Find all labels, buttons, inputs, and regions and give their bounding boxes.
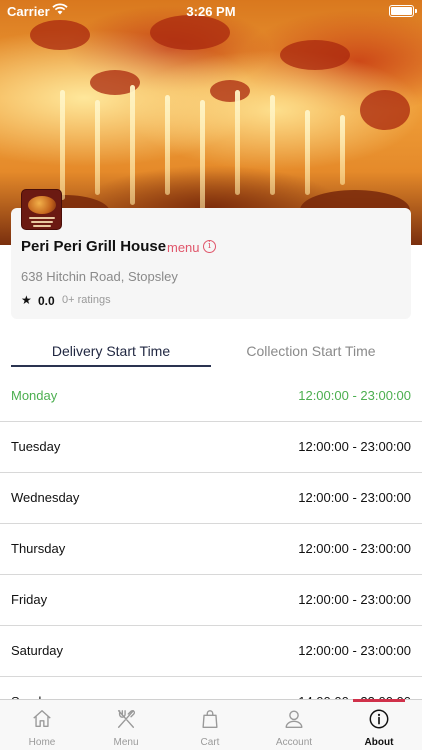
tab-home-label: Home <box>28 737 56 748</box>
day-label: Monday <box>11 388 58 403</box>
schedule-row-thursday: Thursday 12:00:00 - 23:00:00 <box>0 524 422 575</box>
hours-label: 12:00:00 - 23:00:00 <box>298 643 411 658</box>
battery-icon <box>389 5 417 17</box>
fork-knife-icon <box>117 710 135 728</box>
status-time: 3:26 PM <box>186 4 236 19</box>
schedule-row-monday: Monday 12:00:00 - 23:00:00 <box>0 371 422 422</box>
info-icon[interactable]: i <box>203 240 216 253</box>
status-bar: Carrier 3:26 PM <box>0 0 422 22</box>
active-tab-underline <box>11 365 211 367</box>
schedule-row-saturday: Saturday 12:00:00 - 23:00:00 <box>0 626 422 677</box>
home-icon <box>33 710 51 728</box>
day-label: Friday <box>11 592 48 607</box>
hours-label: 12:00:00 - 23:00:00 <box>298 439 411 454</box>
menu-link[interactable]: menu <box>167 240 200 255</box>
day-label: Tuesday <box>11 439 61 454</box>
restaurant-address: 638 Hitchin Road, Stopsley <box>21 269 178 284</box>
day-label: Thursday <box>11 541 66 556</box>
tab-about-label: About <box>364 737 394 748</box>
tab-collection-start-time[interactable]: Collection Start Time <box>211 343 411 367</box>
tab-about[interactable]: About <box>337 700 421 750</box>
rating-value: 0.0 <box>38 294 55 308</box>
ratings-count: 0+ ratings <box>62 294 111 306</box>
star-icon: ★ <box>21 293 32 307</box>
bottom-tab-bar: Home Menu Cart Account About <box>0 699 422 750</box>
tab-account[interactable]: Account <box>252 700 336 750</box>
opening-hours-list: Monday 12:00:00 - 23:00:00 Tuesday 12:00… <box>0 371 422 728</box>
hours-label: 12:00:00 - 23:00:00 <box>298 490 411 505</box>
about-icon <box>369 709 389 729</box>
day-label: Wednesday <box>11 490 80 505</box>
account-icon <box>285 710 303 728</box>
tab-cart-label: Cart <box>200 737 220 748</box>
tab-account-label: Account <box>275 737 313 748</box>
schedule-row-friday: Friday 12:00:00 - 23:00:00 <box>0 575 422 626</box>
screen: Carrier 3:26 PM Peri Peri Grill House me… <box>0 0 422 750</box>
restaurant-name: Peri Peri Grill House <box>21 238 167 255</box>
tab-menu-label: Menu <box>113 737 139 748</box>
restaurant-logo <box>21 189 62 230</box>
tab-menu[interactable]: Menu <box>84 700 168 750</box>
tab-cart[interactable]: Cart <box>168 700 252 750</box>
day-label: Saturday <box>11 643 64 658</box>
tab-delivery-start-time[interactable]: Delivery Start Time <box>11 343 211 367</box>
hours-label: 12:00:00 - 23:00:00 <box>298 541 411 556</box>
schedule-row-wednesday: Wednesday 12:00:00 - 23:00:00 <box>0 473 422 524</box>
hours-label: 12:00:00 - 23:00:00 <box>298 592 411 607</box>
schedule-row-tuesday: Tuesday 12:00:00 - 23:00:00 <box>0 422 422 473</box>
tab-home[interactable]: Home <box>0 700 84 750</box>
hours-label: 12:00:00 - 23:00:00 <box>298 388 411 403</box>
shopping-bag-icon <box>202 710 218 728</box>
